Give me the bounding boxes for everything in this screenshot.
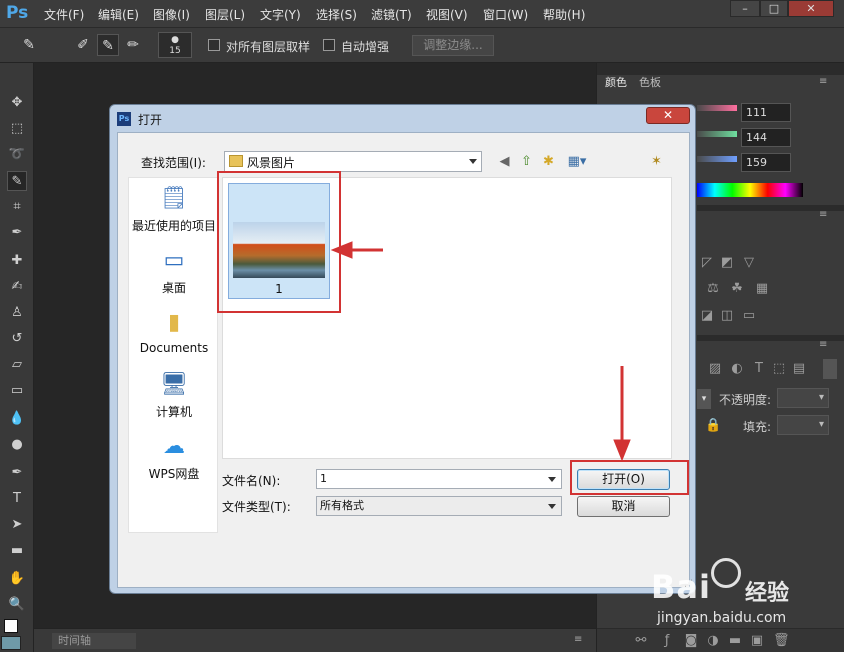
watermark-brand: Bai xyxy=(651,568,711,606)
baidu-watermark: Bai 经验 jingyan.baidu.com xyxy=(645,556,844,652)
watermark-word: 经验 xyxy=(745,581,790,606)
paw-logo-icon xyxy=(711,558,741,588)
annotation-arrows xyxy=(330,241,631,462)
arrow-to-open-button xyxy=(613,366,631,462)
watermark-url: jingyan.baidu.com xyxy=(657,610,787,626)
arrow-to-file xyxy=(330,241,383,259)
